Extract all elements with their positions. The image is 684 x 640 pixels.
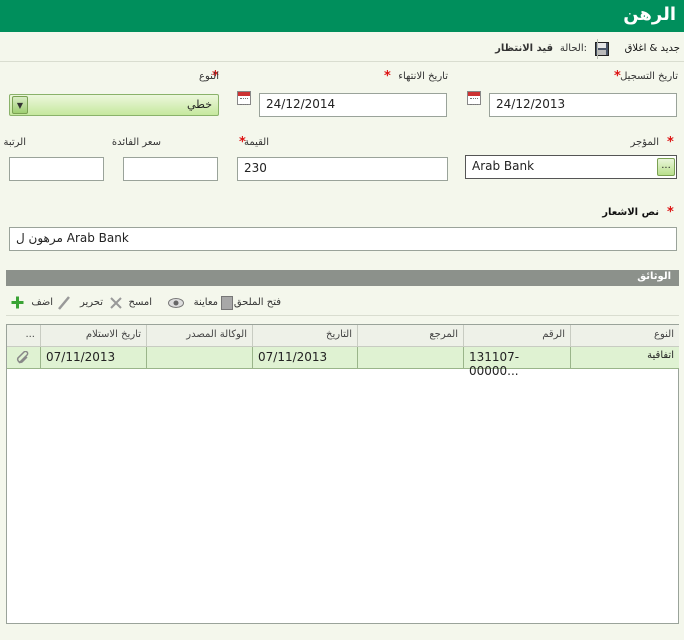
lessor-label: المؤجر [630,137,659,148]
column-header[interactable]: التاريخ [252,325,357,347]
amount-field[interactable]: 230 [237,157,448,181]
plus-icon [11,296,24,309]
column-header[interactable]: تاريخ الاستلام [40,325,146,347]
lessor-field[interactable]: Arab Bank [465,155,677,179]
registration-date-field[interactable]: 24/12/2013 [489,93,677,117]
open-attachment-button[interactable]: فتح الملحق [221,295,281,311]
documents-action-bar: فتح الملحق معاينة امسح تحرير اضف [6,290,679,316]
chevron-down-icon: ▼ [12,96,28,114]
add-button[interactable]: اضف [11,295,53,311]
lessor-value: Arab Bank [472,159,535,173]
column-header[interactable]: الوكالة المصدر [146,325,252,347]
documents-section-title: الوثائق [637,271,671,282]
paperclip-icon[interactable] [16,351,30,365]
toolbar: جديد & اغلاق الحالة: قيد الانتظار [0,36,684,62]
table-cell[interactable]: 131107-00000... [463,347,570,378]
interest-rate-field[interactable] [123,157,218,181]
table-cell[interactable]: 07/11/2013 [40,347,146,369]
save-close-button[interactable]: جديد & اغلاق [595,41,680,57]
column-header[interactable]: النوع [570,325,679,347]
page-title: الرهن [623,4,676,25]
expiry-date-label: تاريخ الانتهاء [398,71,448,82]
calendar-icon[interactable] [237,91,251,105]
expiry-date-field[interactable]: 24/12/2014 [259,93,447,117]
status-value: قيد الانتظار [495,43,553,54]
notice-text-label: نص الاشعار [602,207,659,218]
type-select[interactable]: ▼ خطي [9,94,219,116]
type-label: النوع [199,71,219,82]
notice-text-field[interactable]: مرهون ل Arab Bank [9,227,677,251]
required-marker: * [384,69,391,84]
column-header[interactable]: ... [7,325,40,347]
title-bar: الرهن [0,0,684,32]
pencil-icon [58,296,70,310]
lessor-lookup-button[interactable]: ... [657,158,675,176]
delete-button[interactable]: امسح [110,295,152,311]
required-marker: * [667,135,674,150]
required-marker: * [667,205,674,220]
table-cell[interactable]: 07/11/2013 [252,347,357,369]
attachment-icon [221,296,233,310]
documents-table: النوع الرقم المرجع التاريخ الوكالة المصد… [6,324,679,624]
toolbar-separator [597,39,598,59]
interest-rate-label: سعر الفائدة [111,137,161,148]
column-header[interactable]: المرجع [357,325,463,347]
table-cell[interactable] [357,347,463,369]
column-header[interactable]: الرقم [463,325,570,347]
table-cell[interactable] [7,347,40,369]
preview-button[interactable]: معاينة [168,295,218,311]
edit-button[interactable]: تحرير [58,295,103,311]
amount-label: القيمة [243,137,269,148]
rank-label: الرتبة [3,137,26,148]
calendar-icon[interactable] [467,91,481,105]
eye-icon [168,298,184,308]
documents-section-header: الوثائق [6,270,679,286]
status-label: الحالة: [559,43,587,54]
registration-date-label: تاريخ التسجيل [620,71,678,82]
rank-field[interactable] [9,157,104,181]
table-cell[interactable]: اتفاقية [570,347,679,369]
close-icon [110,297,122,309]
table-cell[interactable] [146,347,252,369]
type-select-value: خطي [187,98,212,111]
